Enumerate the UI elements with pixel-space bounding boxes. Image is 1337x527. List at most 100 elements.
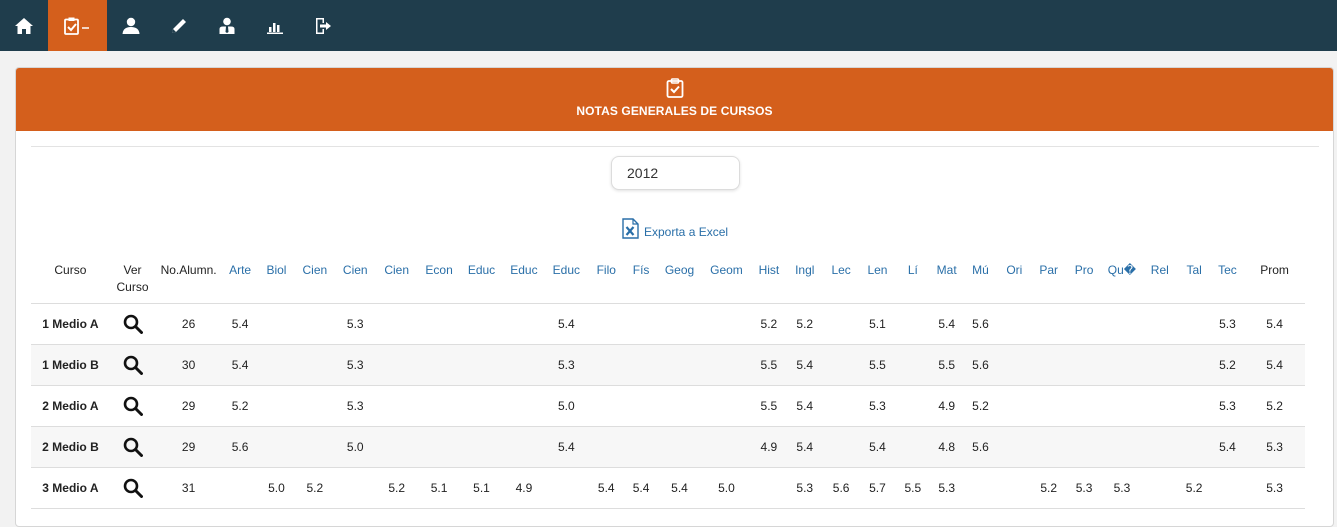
cell-grade: 4.9 [930, 385, 964, 427]
nav-teachers[interactable] [203, 0, 251, 51]
nav-grades[interactable] [48, 0, 107, 51]
cell-grade: 5.2 [375, 467, 418, 509]
nav-logout[interactable] [299, 0, 347, 51]
cell-grade: 5.4 [587, 467, 625, 509]
cell-grade [502, 385, 546, 427]
cell-grade [502, 426, 546, 468]
user-tie-icon [219, 17, 235, 34]
header-subject[interactable]: Educ [502, 252, 546, 304]
header-subject[interactable]: Mú [963, 252, 998, 304]
header-subject[interactable]: Arte [221, 252, 259, 304]
nav-home[interactable] [0, 0, 48, 51]
header-subject[interactable]: Geom [701, 252, 752, 304]
header-subject[interactable]: Cien [375, 252, 418, 304]
cell-grade [1066, 303, 1102, 345]
header-subject[interactable]: Educ [460, 252, 503, 304]
cell-grade: 5.3 [1101, 467, 1143, 509]
header-subject[interactable]: Par [1031, 252, 1067, 304]
magnifier-icon [123, 355, 143, 375]
panel-title: NOTAS GENERALES DE CURSOS [576, 104, 773, 118]
header-subject[interactable]: Cien [335, 252, 376, 304]
header-subject[interactable]: Tal [1177, 252, 1211, 304]
nav-students[interactable] [107, 0, 155, 51]
nav-edit[interactable] [155, 0, 203, 51]
nav-reports[interactable] [251, 0, 299, 51]
view-course-button[interactable] [109, 385, 156, 427]
cell-grade [375, 385, 418, 427]
cell-grade [963, 467, 998, 509]
table-header-row: Curso Ver Curso No.Alumn. Arte Biol Cien Cien Ci… [31, 252, 1305, 304]
cell-grade [1031, 344, 1067, 386]
cell-grade [701, 385, 752, 427]
cell-grade [1210, 467, 1245, 509]
cell-grade: 5.3 [1210, 303, 1245, 345]
header-subject[interactable]: Filo [587, 252, 625, 304]
header-subject[interactable]: Lí [895, 252, 930, 304]
cell-grade: 4.9 [751, 426, 787, 468]
header-subject[interactable]: Ori [997, 252, 1031, 304]
header-subject[interactable]: Rel [1142, 252, 1178, 304]
year-select[interactable]: 2012 [611, 156, 740, 190]
view-course-button[interactable] [109, 344, 156, 386]
cell-grade: 5.2 [1031, 467, 1067, 509]
table-row: 1 Medio B 30 5.4 5.3 5.3 5.5 5.4 5.5 5.5 5.6 5.2 5.… [31, 344, 1305, 386]
cell-grade [701, 344, 752, 386]
cell-alumnos: 29 [155, 426, 222, 468]
cell-grade: 5.0 [258, 467, 295, 509]
cell-grade: 5.4 [545, 426, 588, 468]
header-subject[interactable]: Fís [624, 252, 658, 304]
cell-grade: 5.2 [221, 385, 259, 427]
cell-alumnos: 31 [155, 467, 222, 509]
cell-grade [294, 303, 336, 345]
header-subject[interactable]: Lec [822, 252, 860, 304]
cell-grade [624, 426, 658, 468]
cell-grade [1177, 303, 1211, 345]
cell-grade: 5.0 [335, 426, 376, 468]
cell-grade [624, 303, 658, 345]
magnifier-icon [123, 314, 143, 334]
header-subject[interactable]: Mat [930, 252, 964, 304]
header-subject[interactable]: Educ [545, 252, 588, 304]
header-curso: Curso [31, 252, 110, 304]
cell-grade: 5.4 [930, 303, 964, 345]
cell-grade [502, 344, 546, 386]
cell-grade: 5.4 [859, 426, 896, 468]
header-subject[interactable]: Qu� [1101, 252, 1143, 304]
cell-grade: 5.6 [221, 426, 259, 468]
view-course-button[interactable] [109, 303, 156, 345]
header-subject[interactable]: Len [859, 252, 896, 304]
cell-grade [375, 426, 418, 468]
clipboard-check-icon [666, 78, 684, 98]
header-subject[interactable]: Tec [1210, 252, 1245, 304]
header-subject[interactable]: Hist [751, 252, 787, 304]
export-excel-label: Exporta a Excel [644, 225, 729, 239]
cell-grade [258, 344, 295, 386]
magnifier-icon [123, 437, 143, 457]
export-excel-link[interactable]: Exporta a Excel [622, 218, 728, 239]
cell-grade: 5.6 [963, 426, 998, 468]
view-course-button[interactable] [109, 426, 156, 468]
header-subject[interactable]: Econ [417, 252, 461, 304]
cell-grade: 5.5 [751, 344, 787, 386]
cell-grade [417, 303, 461, 345]
cell-grade [1101, 385, 1143, 427]
header-subject[interactable]: Ingl [786, 252, 823, 304]
cell-grade [587, 426, 625, 468]
header-subject[interactable]: Cien [294, 252, 336, 304]
cell-grade [1142, 467, 1178, 509]
cell-grade [417, 385, 461, 427]
cell-grade [460, 344, 503, 386]
cell-grade: 5.4 [786, 385, 823, 427]
table-body: 1 Medio A 26 5.4 5.3 5.4 5.2 5.2 5.1 5.4 5.6 5.3 5.… [31, 303, 1305, 509]
cell-grade: 5.6 [963, 303, 998, 345]
table-row: 3 Medio A 31 5.0 5.2 5.2 5.1 5.1 4.9 5.4 5.4 5.4 5.… [31, 467, 1305, 509]
header-subject[interactable]: Geog [657, 252, 702, 304]
header-subject[interactable]: Pro [1066, 252, 1102, 304]
cell-grade [375, 303, 418, 345]
cell-grade: 5.4 [657, 467, 702, 509]
header-subject[interactable]: Biol [258, 252, 295, 304]
cell-grade [822, 385, 860, 427]
view-course-button[interactable] [109, 467, 156, 509]
header-prom: Prom [1244, 252, 1305, 304]
cell-grade [417, 426, 461, 468]
